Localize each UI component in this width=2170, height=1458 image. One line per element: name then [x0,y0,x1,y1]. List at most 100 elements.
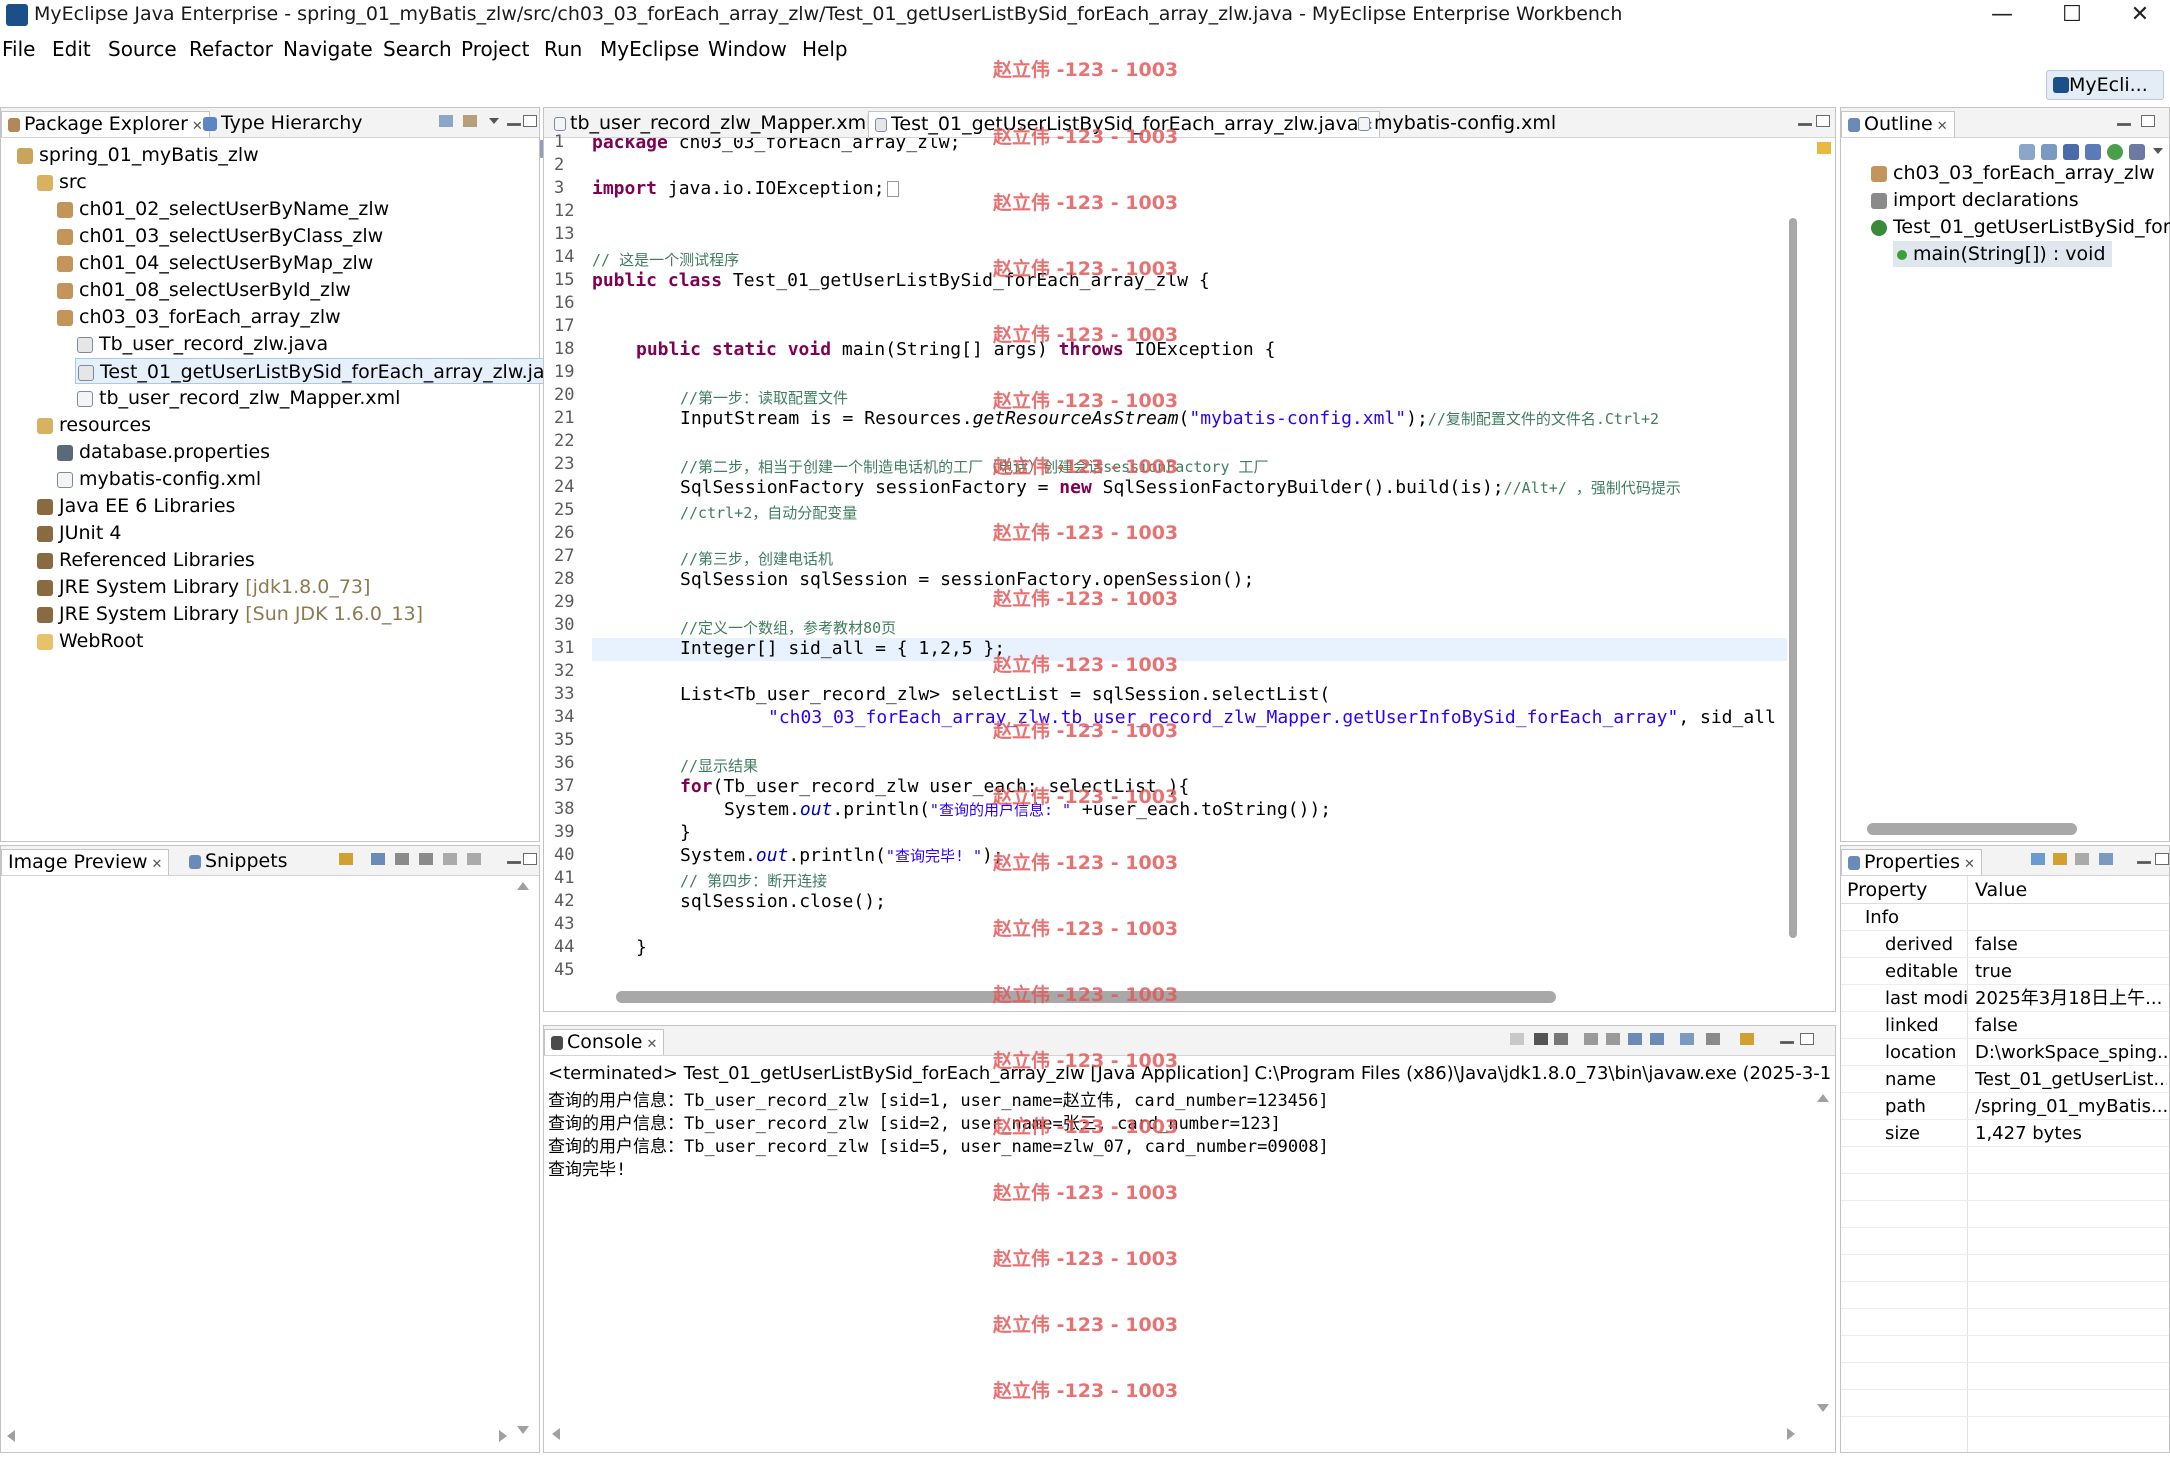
scroll-left-icon[interactable] [7,1430,15,1442]
hide-fields-icon[interactable] [2063,144,2079,160]
scroll-thumb[interactable] [1789,218,1797,938]
outline-horizontal-scroll-thumb[interactable] [1867,823,2077,835]
refresh-icon[interactable] [339,853,353,865]
menu-project[interactable]: Project [461,37,529,61]
editor-horizontal-scroll-thumb[interactable] [616,991,1556,1003]
minimize-view-icon[interactable] [1780,1041,1794,1044]
tree-item-xml-file[interactable]: tb_user_record_zlw_Mapper.xml [77,385,400,411]
outline-item-class[interactable]: Test_01_getUserListBySid_forEac [1871,214,2170,240]
scroll-left-icon[interactable] [552,1428,560,1440]
tree-item-package[interactable]: ch01_02_selectUserByName_zlw [57,196,389,222]
tab-test-java[interactable]: Test_01_getUserListBySid_forEach_array_z… [868,111,1381,137]
tree-item-library[interactable]: Referenced Libraries [37,547,255,573]
property-row[interactable]: path/spring_01_myBatis... [1841,1093,2169,1120]
word-wrap-icon[interactable] [1628,1033,1642,1045]
tree-item-library[interactable]: JRE System Library [jdk1.8.0_73] [37,574,370,600]
hide-local-types-icon[interactable] [2129,144,2145,160]
open-console-icon[interactable] [1740,1033,1754,1045]
tab-type-hierarchy[interactable]: Type Hierarchy [197,111,369,137]
scroll-up-icon[interactable] [1817,1094,1829,1102]
horizontal-scrollbar[interactable] [7,1428,507,1444]
tree-item-project[interactable]: spring_01_myBatis_zlw [17,142,259,168]
maximize-view-icon[interactable] [523,115,537,127]
close-tab-icon[interactable]: ✕ [1937,119,1948,134]
menu-edit[interactable]: Edit [52,37,91,61]
show-categories-icon[interactable] [2031,853,2045,865]
tree-item-java-file[interactable]: Tb_user_record_zlw.java [77,331,328,357]
maximize-view-icon[interactable] [1800,1033,1814,1045]
overview-warning-marker[interactable] [1817,142,1831,154]
minimize-view-icon[interactable] [2137,861,2151,864]
zoom-in-icon[interactable] [419,853,433,865]
show-on-output-icon[interactable] [1650,1033,1664,1045]
tree-item-package[interactable]: ch01_03_selectUserByClass_zlw [57,223,383,249]
restore-default-icon[interactable] [2075,853,2089,865]
maximize-button[interactable]: ☐ [2042,0,2102,30]
scroll-right-icon[interactable] [499,1430,507,1442]
editor-vertical-scrollbar[interactable] [1787,158,1797,938]
scroll-up-icon[interactable] [517,882,529,890]
minimize-view-icon[interactable] [1798,123,1812,126]
minimize-button[interactable]: — [1972,0,2032,30]
close-tab-icon[interactable]: ✕ [646,1037,657,1052]
property-row[interactable]: last modif 2025年3月18日上午... [1841,985,2169,1012]
tree-item-package[interactable]: ch01_04_selectUserByMap_zlw [57,250,373,276]
pin-properties-icon[interactable] [2099,853,2113,865]
folded-code-icon[interactable] [886,181,899,197]
maximize-view-icon[interactable] [1816,115,1830,127]
tree-item-package[interactable]: ch01_08_selectUserById_zlw [57,277,351,303]
tree-item-src[interactable]: src [37,169,87,195]
code-area[interactable]: package ch03_03_forEach_array_zlw; impor… [544,138,1795,981]
property-row[interactable]: location D:\workSpace_sping... [1841,1039,2169,1066]
menu-window[interactable]: Window [708,37,787,61]
tab-mybatis-config[interactable]: mybatis-config.xml [1352,111,1562,137]
tab-mapper-xml[interactable]: tb_user_record_zlw_Mapper.xml [548,111,877,137]
show-advanced-icon[interactable] [2053,853,2067,865]
console-output[interactable]: 查询的用户信息：Tb_user_record_zlw [sid=1, user_… [544,1086,1811,1422]
view-menu-icon[interactable] [2153,148,2163,154]
vertical-scrollbar[interactable] [513,882,533,1434]
fit-image-icon[interactable] [371,853,385,865]
property-row[interactable]: size 1,427 bytes [1841,1120,2169,1147]
perspective-switcher[interactable]: MyEcli... [2046,70,2164,100]
tab-outline[interactable]: Outline ✕ [1841,111,1955,137]
property-row[interactable]: name Test_01_getUserList... [1841,1066,2169,1093]
tab-image-preview[interactable]: Image Preview ✕ [1,849,170,875]
terminate-icon[interactable] [1510,1033,1524,1045]
outline-item-package[interactable]: ch03_03_forEach_array_zlw [1871,160,2155,186]
menu-source[interactable]: Source [108,37,177,61]
property-group[interactable]: Info [1841,904,2169,931]
display-console-icon[interactable] [1706,1033,1720,1045]
property-row[interactable]: editable true [1841,958,2169,985]
tree-item-java-file-selected[interactable]: Test_01_getUserListBySid_forEach_array_z… [75,358,573,384]
tab-snippets[interactable]: Snippets [183,849,294,875]
maximize-view-icon[interactable] [523,853,537,865]
minimize-view-icon[interactable] [2117,123,2131,126]
tree-item-webroot[interactable]: WebRoot [37,628,143,654]
menu-search[interactable]: Search [383,37,452,61]
tree-item-library[interactable]: JUnit 4 [37,520,121,546]
hide-nonpublic-icon[interactable] [2107,144,2123,160]
minimize-view-icon[interactable] [507,861,521,864]
collapse-all-icon[interactable] [2019,144,2035,160]
tree-item-package[interactable]: ch03_03_forEach_array_zlw [57,304,341,330]
link-with-editor-icon[interactable] [463,115,477,127]
zoom-out-icon[interactable] [395,853,409,865]
menu-run[interactable]: Run [544,37,582,61]
minimize-view-icon[interactable] [507,123,521,126]
remove-launch-icon[interactable] [1534,1033,1548,1045]
hide-static-icon[interactable] [2085,144,2101,160]
scroll-down-icon[interactable] [1817,1404,1829,1412]
outline-item-imports[interactable]: import declarations [1871,187,2079,213]
scroll-lock-icon[interactable] [1606,1033,1620,1045]
close-tab-icon[interactable]: ✕ [152,857,163,872]
scroll-right-icon[interactable] [1787,1428,1795,1440]
property-row[interactable]: derived false [1841,931,2169,958]
clear-console-icon[interactable] [1584,1033,1598,1045]
close-tab-icon[interactable]: ✕ [1964,857,1975,872]
menu-navigate[interactable]: Navigate [283,37,373,61]
remove-all-icon[interactable] [1554,1033,1568,1045]
pin-console-icon[interactable] [1680,1033,1694,1045]
sort-icon[interactable] [2041,144,2057,160]
tree-item-resources[interactable]: resources [37,412,151,438]
